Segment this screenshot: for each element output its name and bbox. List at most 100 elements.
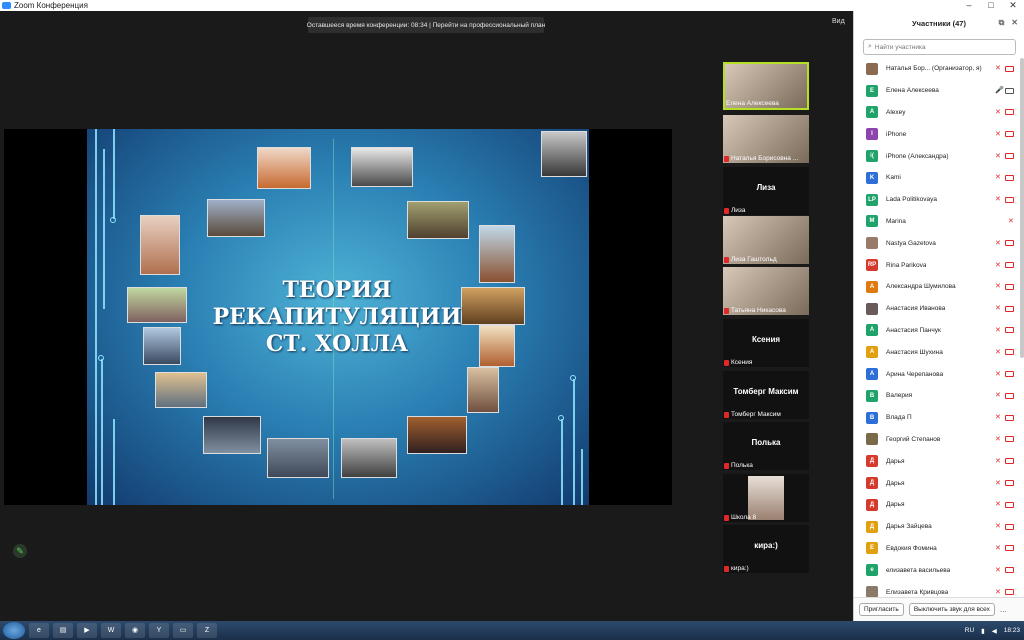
camera-on-icon[interactable] xyxy=(1005,87,1014,94)
mute-all-button[interactable]: Выключить звук для всех xyxy=(908,603,995,616)
mic-muted-icon[interactable]: ✕ xyxy=(995,392,1001,399)
participant-row[interactable]: Елизавета Кривцова ✕ xyxy=(854,581,1024,597)
mic-muted-icon[interactable]: ✕ xyxy=(995,262,1001,269)
mic-muted-icon[interactable]: ✕ xyxy=(995,349,1001,356)
participant-row[interactable]: В Валерия ✕ xyxy=(854,385,1024,407)
participant-row[interactable]: IiPhone ✕ xyxy=(854,123,1024,145)
participant-row[interactable]: А Александра Шумилова ✕ xyxy=(854,276,1024,298)
video-tile[interactable]: Школа 8 xyxy=(723,474,809,522)
participant-list-scrollbar[interactable] xyxy=(1020,58,1024,358)
video-tile[interactable]: Елена Алексеева xyxy=(723,62,809,110)
video-tile[interactable]: Лиза Лиза xyxy=(723,167,809,215)
participant-row[interactable]: Д Дарья ✕ xyxy=(854,450,1024,472)
participant-row[interactable]: M Marina ✕ xyxy=(854,211,1024,233)
participant-row[interactable]: Георгий Степанов ✕ xyxy=(854,429,1024,451)
participant-row[interactable]: А Анастасия Шухина ✕ xyxy=(854,341,1024,363)
camera-off-icon[interactable] xyxy=(1005,196,1014,203)
participant-row[interactable]: A Alexey ✕ xyxy=(854,102,1024,124)
mic-muted-icon[interactable]: ✕ xyxy=(995,240,1001,247)
camera-off-icon[interactable] xyxy=(1005,523,1014,530)
camera-off-icon[interactable] xyxy=(1005,414,1014,421)
participant-row[interactable]: K Kami ✕ xyxy=(854,167,1024,189)
participant-row[interactable]: А Анастасия Панчук ✕ xyxy=(854,320,1024,342)
language-indicator[interactable]: RU xyxy=(965,627,974,634)
camera-off-icon[interactable] xyxy=(1005,131,1014,138)
zoom-taskbar-icon[interactable]: Z xyxy=(197,623,217,638)
mic-muted-icon[interactable]: ✕ xyxy=(995,174,1001,181)
popout-icon[interactable]: ⧉ xyxy=(999,18,1005,28)
mic-muted-icon[interactable]: ✕ xyxy=(995,371,1001,378)
mic-muted-icon[interactable]: ✕ xyxy=(995,589,1001,596)
participant-row[interactable]: RP Rina Parikova ✕ xyxy=(854,254,1024,276)
participant-row[interactable]: i(iPhone (Александра) ✕ xyxy=(854,145,1024,167)
yandex-taskbar-icon[interactable]: Y xyxy=(149,623,169,638)
mic-muted-icon[interactable]: ✕ xyxy=(1008,218,1014,225)
participant-row[interactable]: В Влада П ✕ xyxy=(854,407,1024,429)
camera-off-icon[interactable] xyxy=(1005,567,1014,574)
more-options-button[interactable]: ... xyxy=(1000,605,1007,614)
time-remaining-banner[interactable]: Оставшееся время конференции: 08:34 | Пе… xyxy=(307,17,545,33)
mic-muted-icon[interactable]: ✕ xyxy=(995,480,1001,487)
mic-muted-icon[interactable]: ✕ xyxy=(995,109,1001,116)
camera-off-icon[interactable] xyxy=(1005,545,1014,552)
mic-muted-icon[interactable]: ✕ xyxy=(995,153,1001,160)
camera-off-icon[interactable] xyxy=(1005,240,1014,247)
camera-off-icon[interactable] xyxy=(1005,349,1014,356)
minimize-icon[interactable]: – xyxy=(958,0,980,11)
explorer-taskbar-icon[interactable]: ▤ xyxy=(53,623,73,638)
view-button[interactable]: Вид xyxy=(832,18,845,25)
mic-on-icon[interactable]: 🎤 xyxy=(995,87,1004,94)
video-tile[interactable]: Томберг Максим Томберг Максим xyxy=(723,371,809,419)
participant-row[interactable]: А Арина Черепанова ✕ xyxy=(854,363,1024,385)
camera-off-icon[interactable] xyxy=(1005,501,1014,508)
camera-off-icon[interactable] xyxy=(1005,174,1014,181)
camera-off-icon[interactable] xyxy=(1005,283,1014,290)
participant-row[interactable]: Е Елена Алексеева 🎤 xyxy=(854,80,1024,102)
participant-row[interactable]: LP Lada Politikovaya ✕ xyxy=(854,189,1024,211)
mic-muted-icon[interactable]: ✕ xyxy=(995,283,1001,290)
participant-row[interactable]: Анастасия Иванова ✕ xyxy=(854,298,1024,320)
camera-off-icon[interactable] xyxy=(1005,480,1014,487)
mic-muted-icon[interactable]: ✕ xyxy=(995,305,1001,312)
chrome-taskbar-icon[interactable]: ◉ xyxy=(125,623,145,638)
camera-off-icon[interactable] xyxy=(1005,436,1014,443)
volume-icon[interactable]: ◀ xyxy=(992,627,997,635)
mic-muted-icon[interactable]: ✕ xyxy=(995,567,1001,574)
video-tile[interactable]: Татьяна Никасова xyxy=(723,267,809,315)
clock[interactable]: 18:23 xyxy=(1004,627,1020,634)
mic-muted-icon[interactable]: ✕ xyxy=(995,436,1001,443)
mic-muted-icon[interactable]: ✕ xyxy=(995,458,1001,465)
mic-muted-icon[interactable]: ✕ xyxy=(995,131,1001,138)
video-tile[interactable]: Ксения Ксения xyxy=(723,319,809,367)
participant-search-input[interactable] xyxy=(874,43,1005,51)
annotate-pencil-icon[interactable]: ✎ xyxy=(13,544,27,558)
camera-off-icon[interactable] xyxy=(1005,109,1014,116)
camera-off-icon[interactable] xyxy=(1005,458,1014,465)
mic-muted-icon[interactable]: ✕ xyxy=(995,196,1001,203)
ie-taskbar-icon[interactable]: e xyxy=(29,623,49,638)
mic-muted-icon[interactable]: ✕ xyxy=(995,523,1001,530)
mic-muted-icon[interactable]: ✕ xyxy=(995,327,1001,334)
mic-muted-icon[interactable]: ✕ xyxy=(995,414,1001,421)
maximize-icon[interactable]: □ xyxy=(980,0,1002,11)
mic-muted-icon[interactable]: ✕ xyxy=(995,65,1001,72)
window-taskbar-icon[interactable]: ▭ xyxy=(173,623,193,638)
word-taskbar-icon[interactable]: W xyxy=(101,623,121,638)
camera-off-icon[interactable] xyxy=(1005,392,1014,399)
participant-row[interactable]: Е Евдокия Фомина ✕ xyxy=(854,538,1024,560)
participant-row[interactable]: Д Дарья ✕ xyxy=(854,494,1024,516)
video-tile[interactable]: Наталья Борисовна ... xyxy=(723,115,809,163)
video-tile[interactable]: Лиза Гаштольд xyxy=(723,216,809,264)
camera-off-icon[interactable] xyxy=(1005,305,1014,312)
participant-row[interactable]: Д Дарья ✕ xyxy=(854,472,1024,494)
network-icon[interactable]: ▮ xyxy=(981,627,985,635)
participant-row[interactable]: Д Дарья Зайцева ✕ xyxy=(854,516,1024,538)
participant-row[interactable]: Nastya Gazetova ✕ xyxy=(854,232,1024,254)
camera-off-icon[interactable] xyxy=(1005,327,1014,334)
media-taskbar-icon[interactable]: ▶ xyxy=(77,623,97,638)
mic-muted-icon[interactable]: ✕ xyxy=(995,501,1001,508)
participant-row[interactable]: Наталья Бор... (Организатор, я) ✕ xyxy=(854,58,1024,80)
participant-row[interactable]: е елизавета васильева ✕ xyxy=(854,559,1024,581)
mic-muted-icon[interactable]: ✕ xyxy=(995,545,1001,552)
close-icon[interactable]: ✕ xyxy=(1002,0,1024,11)
